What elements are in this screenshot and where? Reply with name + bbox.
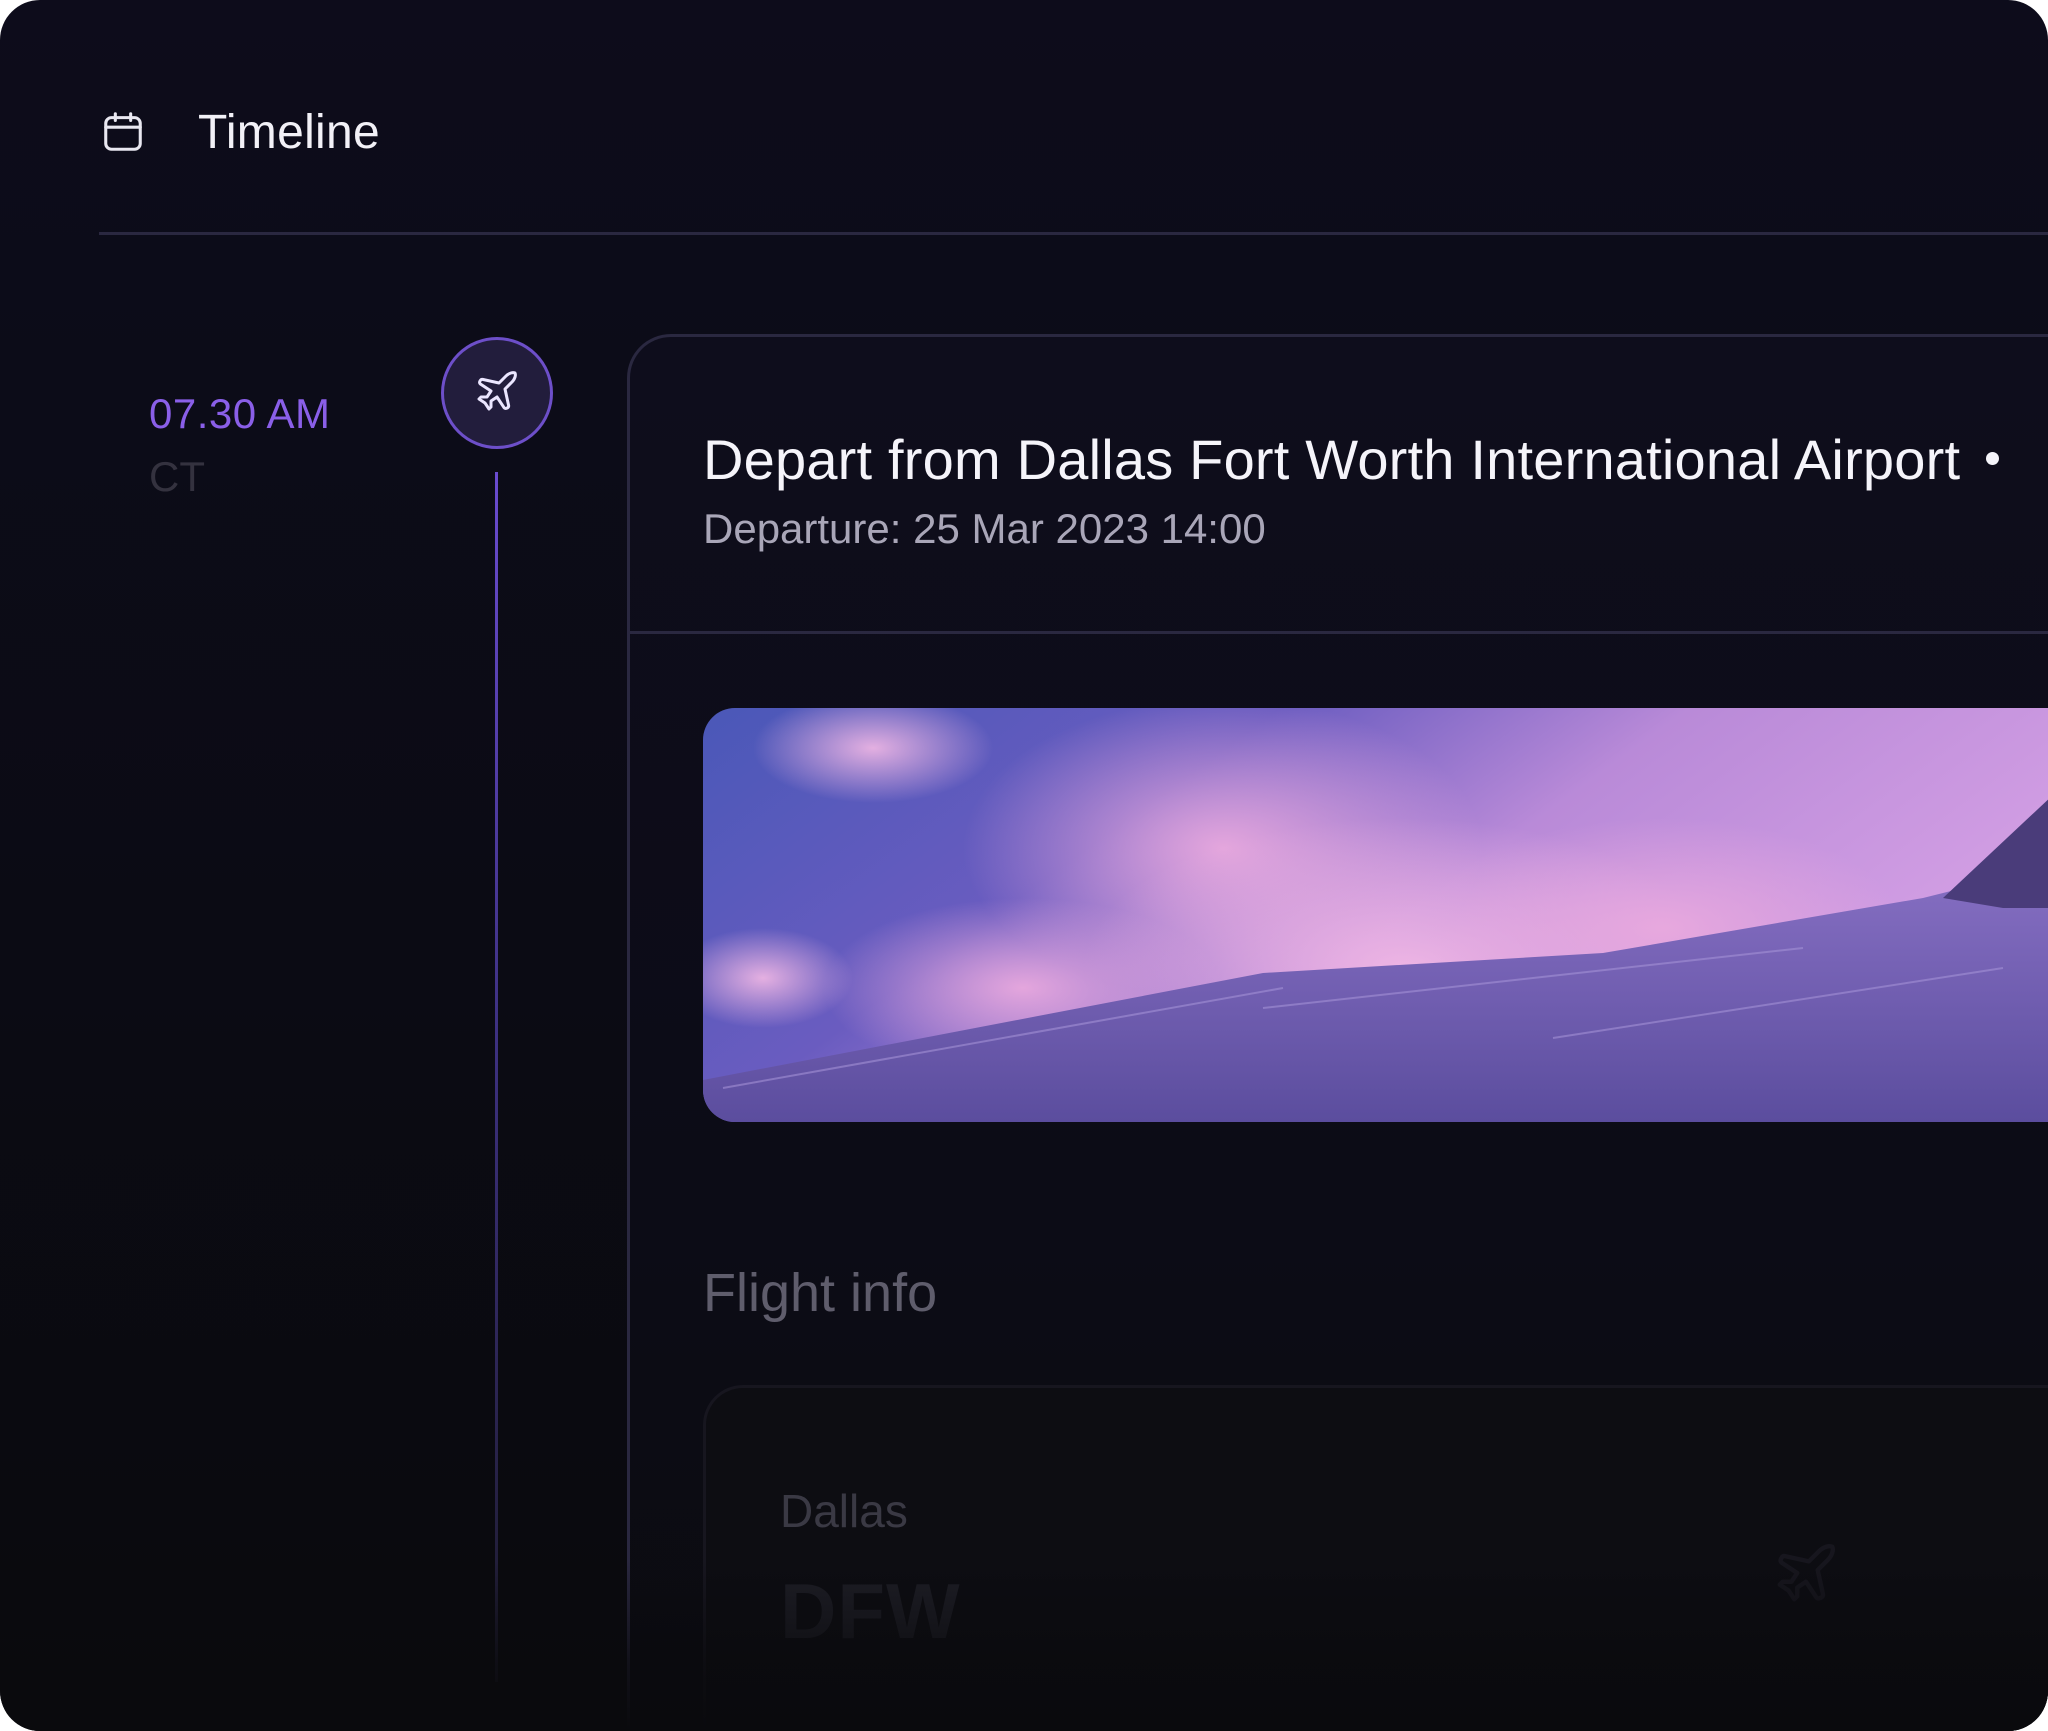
origin-city: Dallas — [780, 1485, 908, 1537]
event-time: 07.30 AM — [149, 390, 331, 437]
event-title-text: Depart from Dallas Fort Worth Internatio… — [703, 428, 1961, 491]
flight-info-card[interactable]: Dallas DFW — [703, 1385, 2048, 1731]
airplane-wing-sky-image — [703, 708, 2048, 1122]
timeline-rail — [495, 472, 498, 1682]
calendar-icon — [100, 109, 146, 155]
page-title: Timeline — [198, 105, 381, 159]
app-window: Timeline 07.30 AM CT Depart from Dallas … — [0, 0, 2048, 1731]
card-divider — [630, 631, 2048, 634]
timeline-event-badge[interactable] — [441, 337, 553, 449]
route-airplane-icon — [1771, 1538, 1841, 1608]
title-separator-dot — [1986, 451, 2000, 465]
event-departure: Departure: 25 Mar 2023 14:00 — [703, 505, 1266, 552]
airplane-icon — [473, 367, 521, 420]
header-divider — [99, 232, 2048, 235]
event-card[interactable]: Depart from Dallas Fort Worth Internatio… — [627, 334, 2048, 1731]
flight-info-heading: Flight info — [703, 1263, 938, 1323]
origin-airport-code: DFW — [780, 1567, 961, 1655]
event-title: Depart from Dallas Fort Worth Internatio… — [703, 427, 2000, 492]
event-timezone: CT — [149, 453, 205, 500]
page-header: Timeline — [100, 100, 380, 164]
